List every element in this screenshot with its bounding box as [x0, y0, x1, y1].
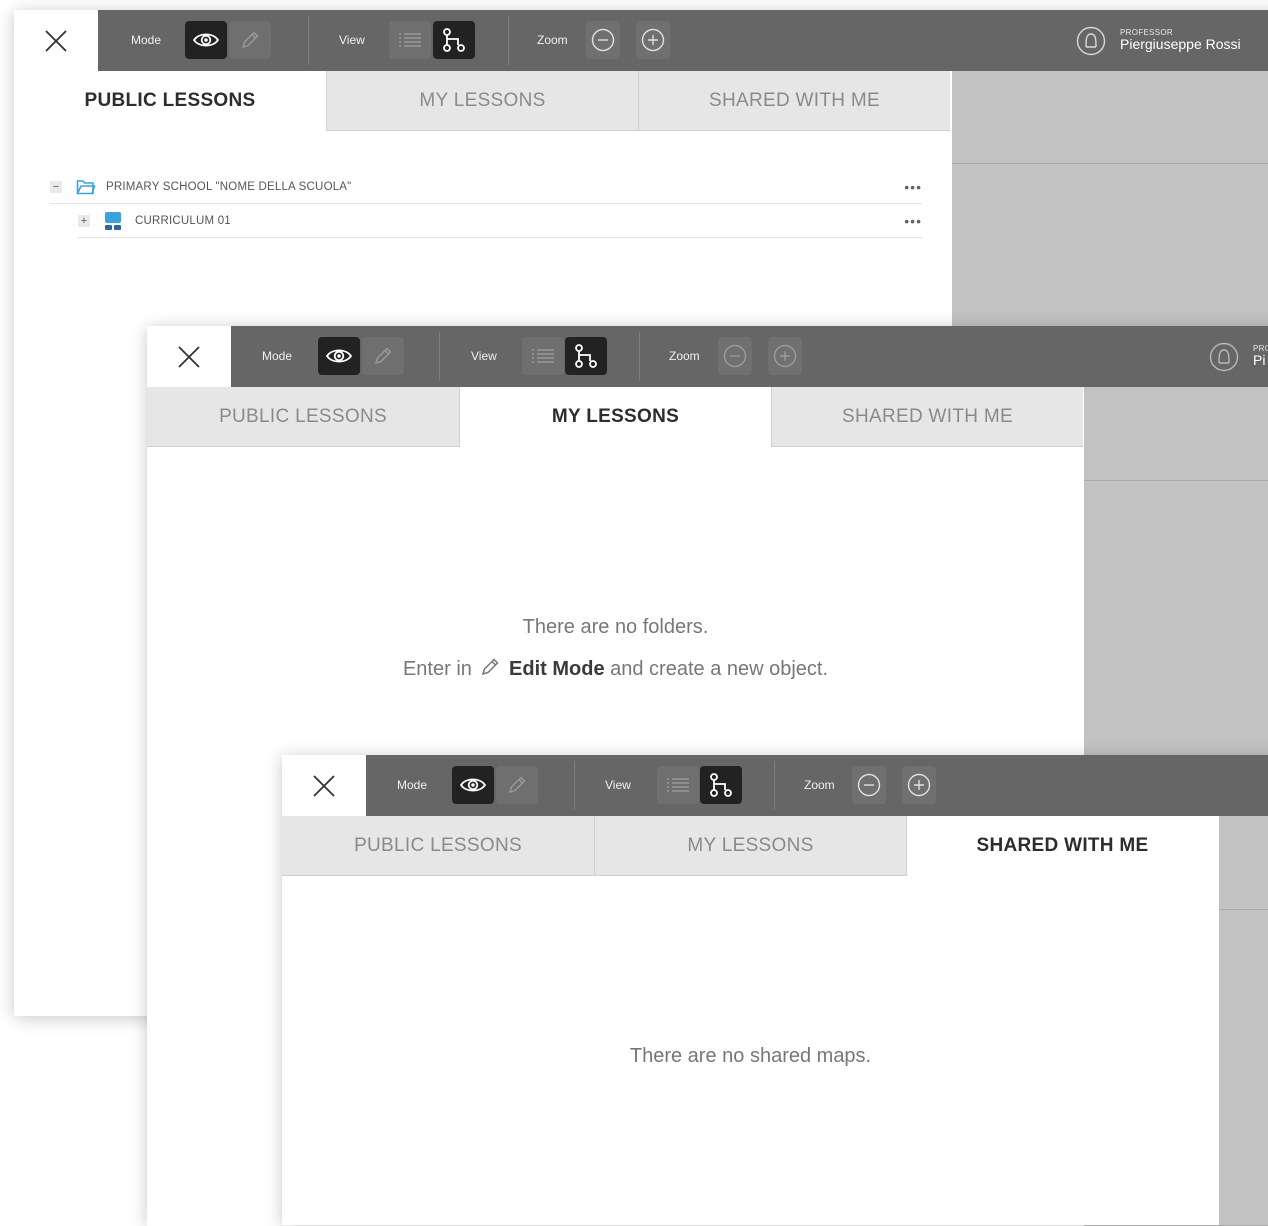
user-profile[interactable]: PROFESSOR Piergiuseppe Rossi	[1076, 10, 1241, 71]
zoom-in-button[interactable]	[636, 21, 670, 59]
tab-my-lessons[interactable]: MY LESSONS	[459, 387, 771, 447]
minus-circle-icon	[723, 344, 747, 368]
map-view-button[interactable]	[433, 21, 475, 59]
zoom-out-button[interactable]	[718, 337, 752, 375]
collapse-toggle[interactable]: −	[50, 180, 62, 193]
shared-with-me-panel: Mode View Zoom PUBLIC LESSONS MY LESSONS…	[282, 755, 1268, 1225]
close-icon	[313, 774, 335, 797]
close-button[interactable]	[14, 10, 98, 71]
hint-prefix: Enter in	[402, 658, 472, 680]
edit-mode-text: Edit Mode	[509, 658, 605, 680]
toolbar: Mode View Zoom	[282, 755, 1268, 816]
zoom-out-button[interactable]	[586, 21, 620, 59]
tab-shared-with-me[interactable]: SHARED WITH ME	[638, 71, 950, 131]
list-icon	[532, 349, 554, 363]
plus-circle-icon	[907, 773, 931, 797]
tab-bar: PUBLIC LESSONS MY LESSONS SHARED WITH ME	[14, 71, 950, 131]
tab-shared-with-me[interactable]: SHARED WITH ME	[771, 387, 1083, 447]
tab-bar: PUBLIC LESSONS MY LESSONS SHARED WITH ME	[147, 387, 1083, 447]
list-view-button[interactable]	[389, 21, 431, 59]
empty-shared-message: There are no shared maps.	[629, 1045, 872, 1067]
tab-my-lessons[interactable]: MY LESSONS	[326, 71, 638, 131]
toolbar: Mode View Zoom PRO Pi	[147, 326, 1268, 387]
edit-mode-hint: Enter in Edit Mode and create a new obje…	[147, 656, 1084, 681]
user-name: Pi	[1253, 352, 1266, 369]
close-button[interactable]	[282, 755, 366, 816]
tree-item-label: PRIMARY SCHOOL "NOME DELLA SCUOLA"	[106, 180, 352, 193]
mode-label: Mode	[397, 778, 428, 792]
eye-icon	[192, 33, 220, 47]
view-label: View	[339, 33, 365, 47]
zoom-in-button[interactable]	[902, 766, 936, 804]
eye-icon	[459, 778, 487, 792]
zoom-label: Zoom	[804, 778, 835, 792]
plus-circle-icon	[773, 344, 797, 368]
pencil-icon	[508, 776, 526, 794]
list-view-button[interactable]	[522, 337, 564, 375]
user-profile[interactable]: PRO Pi	[1209, 326, 1268, 387]
map-tree-icon	[710, 773, 732, 797]
hint-suffix: and create a new object.	[610, 658, 829, 680]
empty-folders-message: There are no folders.	[522, 616, 709, 638]
view-mode-button[interactable]	[185, 21, 227, 59]
mode-label: Mode	[131, 33, 162, 47]
map-tree-icon	[575, 344, 597, 368]
curriculum-icon	[105, 211, 121, 230]
avatar-icon	[1209, 342, 1239, 372]
tab-public-lessons[interactable]: PUBLIC LESSONS	[282, 816, 594, 876]
view-mode-button[interactable]	[452, 766, 494, 804]
pencil-icon	[241, 31, 259, 49]
view-label: View	[471, 349, 497, 363]
user-name: Piergiuseppe Rossi	[1120, 36, 1241, 53]
avatar-icon	[1076, 26, 1106, 56]
tree-item-folder[interactable]: − PRIMARY SCHOOL "NOME DELLA SCUOLA" •••	[50, 170, 922, 204]
tab-my-lessons[interactable]: MY LESSONS	[594, 816, 906, 876]
zoom-label: Zoom	[537, 33, 568, 47]
tab-public-lessons[interactable]: PUBLIC LESSONS	[147, 387, 459, 447]
zoom-label: Zoom	[669, 349, 700, 363]
map-tree-icon	[443, 28, 465, 52]
pencil-icon	[482, 658, 500, 676]
edit-mode-button[interactable]	[229, 21, 271, 59]
toolbar: Mode View Zoom PROFESSOR Piergiuseppe Ro…	[14, 10, 1268, 71]
tab-bar: PUBLIC LESSONS MY LESSONS SHARED WITH ME	[282, 816, 1218, 876]
plus-circle-icon	[641, 28, 665, 52]
view-mode-button[interactable]	[318, 337, 360, 375]
view-label: View	[605, 778, 631, 792]
list-icon	[667, 778, 689, 792]
zoom-in-button[interactable]	[768, 337, 802, 375]
minus-circle-icon	[591, 28, 615, 52]
map-view-button[interactable]	[565, 337, 607, 375]
more-options-icon[interactable]: •••	[904, 213, 922, 229]
tree-item-label: CURRICULUM 01	[135, 214, 231, 227]
edit-mode-button[interactable]	[362, 337, 404, 375]
eye-icon	[325, 349, 353, 363]
side-area	[1219, 816, 1268, 1225]
tab-public-lessons[interactable]: PUBLIC LESSONS	[14, 71, 326, 131]
expand-toggle[interactable]: +	[78, 214, 90, 227]
close-button[interactable]	[147, 326, 231, 387]
minus-circle-icon	[857, 773, 881, 797]
folder-icon	[76, 179, 96, 194]
tab-shared-with-me[interactable]: SHARED WITH ME	[906, 816, 1218, 876]
close-icon	[45, 29, 67, 52]
pencil-icon	[374, 347, 392, 365]
tree-item-curriculum[interactable]: + CURRICULUM 01 •••	[78, 204, 922, 238]
more-options-icon[interactable]: •••	[904, 179, 922, 195]
map-view-button[interactable]	[700, 766, 742, 804]
mode-label: Mode	[262, 349, 293, 363]
list-view-button[interactable]	[657, 766, 699, 804]
zoom-out-button[interactable]	[852, 766, 886, 804]
edit-mode-button[interactable]	[496, 766, 538, 804]
list-icon	[399, 33, 421, 47]
close-icon	[178, 345, 200, 368]
